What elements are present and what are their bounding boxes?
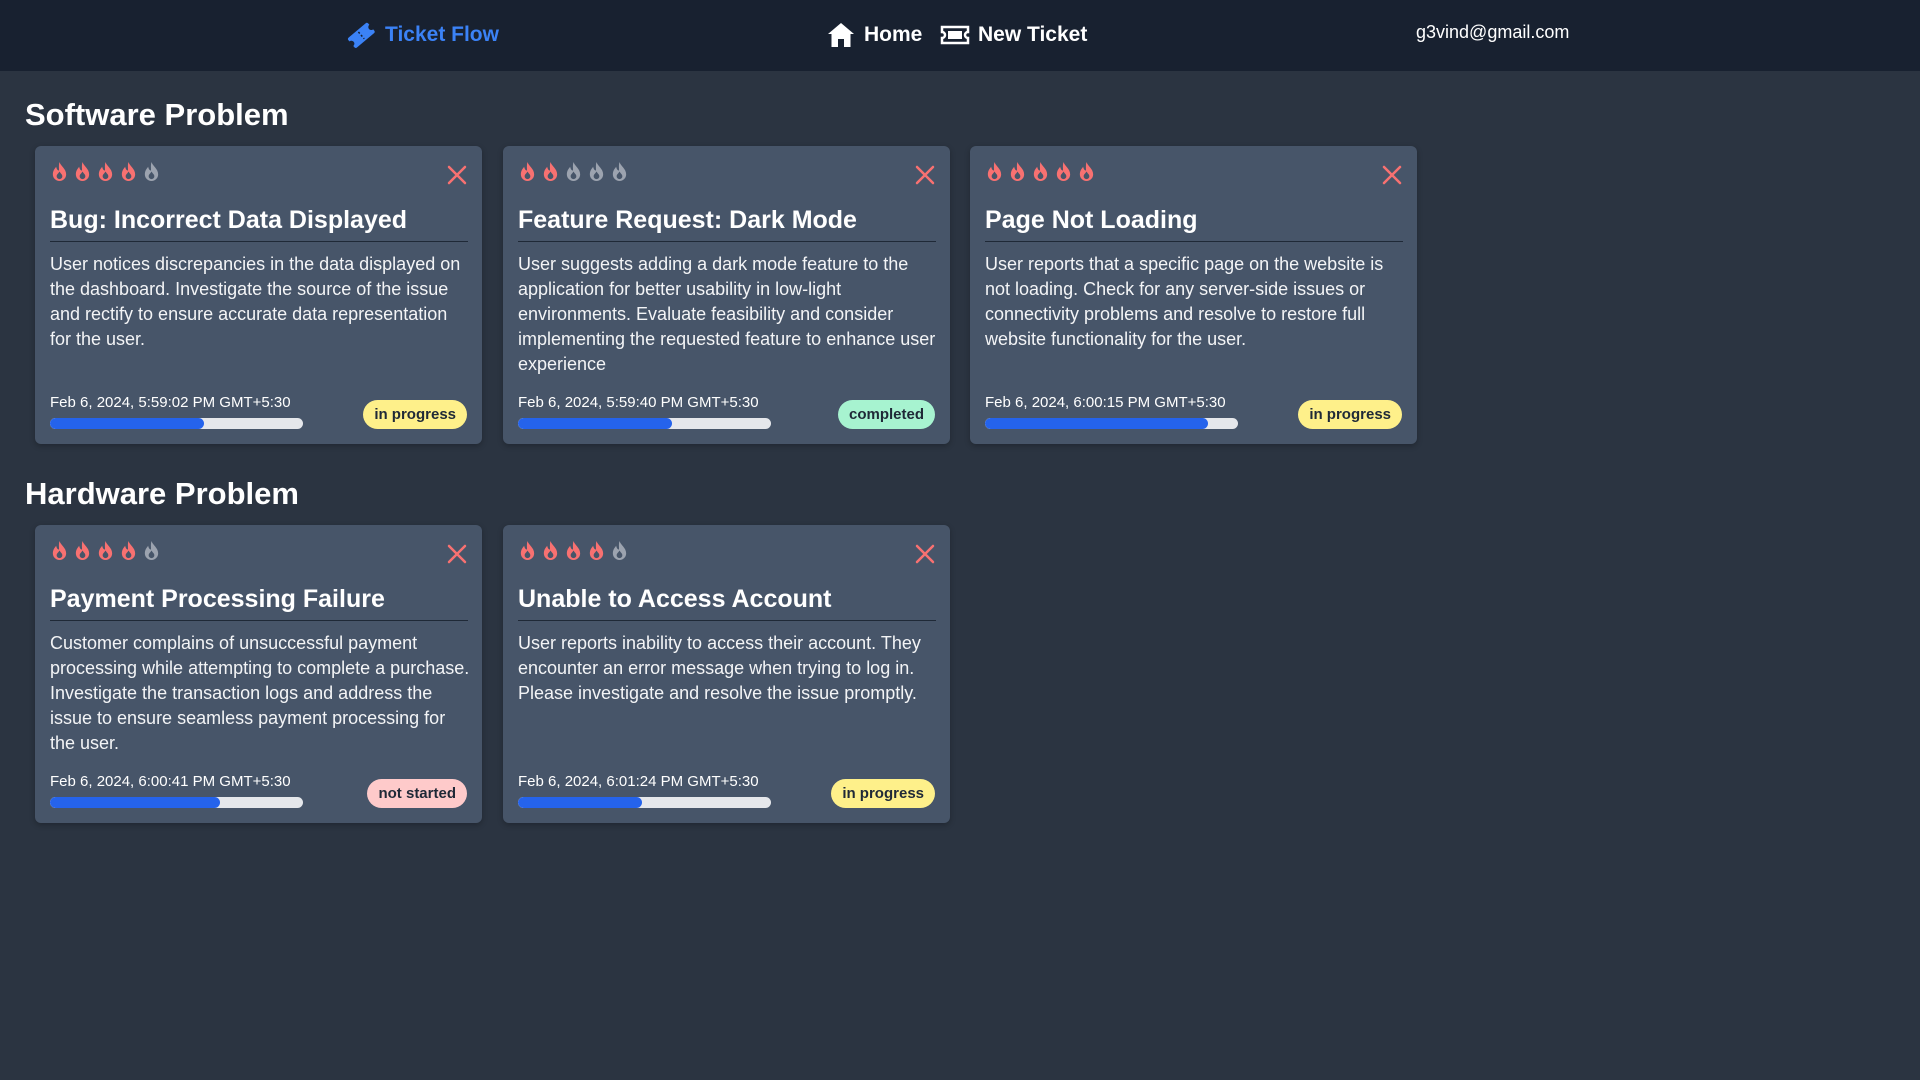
ticket-card[interactable]: Bug: Incorrect Data Displayed User notic… — [35, 146, 482, 444]
ticket-date: Feb 6, 2024, 5:59:02 PM GMT+5:30 — [50, 394, 291, 411]
section-title: Hardware Problem — [25, 476, 299, 511]
brand-link[interactable]: Ticket Flow — [345, 18, 499, 52]
ticket-title: Bug: Incorrect Data Displayed — [50, 206, 468, 242]
flame-icon — [98, 541, 113, 560]
flame-icon — [1056, 162, 1071, 181]
progress-bar — [518, 418, 771, 429]
close-icon[interactable] — [446, 164, 468, 186]
progress-bar — [985, 418, 1238, 429]
status-badge: not started — [367, 779, 467, 808]
flame-icon — [612, 162, 627, 181]
nav-home-link[interactable]: Home — [826, 18, 922, 52]
flame-icon — [1010, 162, 1025, 181]
ticket-card[interactable]: Unable to Access Account User reports in… — [503, 525, 950, 823]
close-icon[interactable] — [914, 164, 936, 186]
flame-icon — [589, 541, 604, 560]
ticket-date: Feb 6, 2024, 6:00:41 PM GMT+5:30 — [50, 773, 291, 790]
close-icon[interactable] — [914, 543, 936, 565]
progress-bar — [50, 418, 303, 429]
flame-icon — [98, 162, 113, 181]
flame-icon — [612, 541, 627, 560]
ticket-description: User reports that a specific page on the… — [985, 254, 1384, 349]
ticket-date: Feb 6, 2024, 6:00:15 PM GMT+5:30 — [985, 394, 1226, 411]
flame-icon — [1079, 162, 1094, 181]
progress-fill — [518, 797, 642, 808]
flame-icon — [144, 162, 159, 181]
section-title: Software Problem — [25, 97, 289, 132]
ticket-title: Payment Processing Failure — [50, 585, 468, 621]
flame-icon — [121, 541, 136, 560]
nav-home-label: Home — [864, 23, 923, 46]
flame-icon — [520, 541, 535, 560]
progress-fill — [50, 418, 205, 429]
flame-icon — [121, 162, 136, 181]
progress-fill — [985, 418, 1208, 429]
flame-icon — [75, 162, 90, 181]
priority-flames — [985, 161, 1096, 182]
ticket-date: Feb 6, 2024, 5:59:40 PM GMT+5:30 — [518, 394, 759, 411]
user-email: g3vind@gmail.com — [1416, 22, 1570, 42]
nav-new-ticket-link[interactable]: New Ticket — [940, 18, 1087, 52]
flame-icon — [543, 162, 558, 181]
ticket-title: Feature Request: Dark Mode — [518, 206, 936, 242]
priority-flames — [50, 540, 161, 561]
priority-flames — [518, 540, 629, 561]
flame-icon — [1033, 162, 1048, 181]
progress-fill — [50, 797, 220, 808]
status-badge: completed — [837, 400, 935, 429]
flame-icon — [75, 541, 90, 560]
priority-flames — [50, 161, 161, 182]
flame-icon — [144, 541, 159, 560]
navbar: Ticket Flow Home New Ticket g3vind@gmail… — [0, 0, 1920, 71]
flame-icon — [566, 162, 581, 181]
flame-icon — [52, 541, 67, 560]
ticket-title: Page Not Loading — [985, 206, 1403, 242]
ticket-card[interactable]: Payment Processing Failure Customer comp… — [35, 525, 482, 823]
progress-bar — [50, 797, 303, 808]
nav-new-ticket-label: New Ticket — [978, 23, 1088, 46]
flame-icon — [566, 541, 581, 560]
status-badge: in progress — [1298, 400, 1402, 429]
ticket-title: Unable to Access Account — [518, 585, 936, 621]
close-icon[interactable] — [446, 543, 468, 565]
progress-fill — [518, 418, 673, 429]
ticket-icon — [348, 22, 375, 48]
ticket-description: User notices discrepancies in the data d… — [50, 254, 461, 349]
ticket-card[interactable]: Feature Request: Dark Mode User suggests… — [503, 146, 950, 444]
ticket-card[interactable]: Page Not Loading User reports that a spe… — [970, 146, 1417, 444]
flame-icon — [987, 162, 1002, 181]
flame-icon — [589, 162, 604, 181]
progress-bar — [518, 797, 771, 808]
flame-icon — [52, 162, 67, 181]
ticket-description: Customer complains of unsuccessful payme… — [50, 633, 470, 753]
flame-icon — [543, 541, 558, 560]
priority-flames — [518, 161, 629, 182]
home-icon — [828, 23, 854, 47]
flame-icon — [520, 162, 535, 181]
status-badge: in progress — [363, 400, 467, 429]
ticket-description: User reports inability to access their a… — [518, 633, 921, 703]
status-badge: in progress — [831, 779, 935, 808]
ticket-date: Feb 6, 2024, 6:01:24 PM GMT+5:30 — [518, 773, 759, 790]
ticket-description: User suggests adding a dark mode feature… — [518, 254, 936, 374]
close-icon[interactable] — [1381, 164, 1403, 186]
ticket-outline-icon — [940, 25, 970, 45]
brand-label: Ticket Flow — [385, 23, 499, 46]
